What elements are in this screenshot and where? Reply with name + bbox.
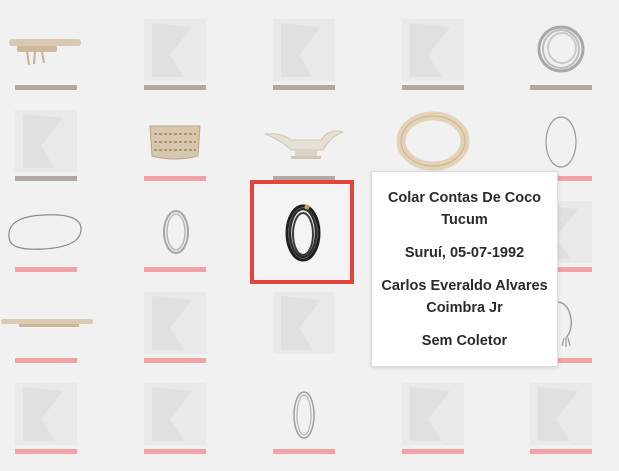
item-thumbnail	[530, 19, 592, 81]
placeholder-image-icon	[144, 383, 206, 445]
item-thumbnail	[264, 110, 345, 172]
grid-item-placeholder[interactable]	[144, 19, 206, 93]
item-thumbnail	[1, 292, 93, 354]
grid-item-placeholder[interactable]	[144, 383, 206, 457]
placeholder-image-icon	[402, 19, 464, 81]
item-status-bar	[273, 449, 335, 454]
item-thumbnail	[530, 110, 592, 172]
grid-item-long-stick-ornament[interactable]	[1, 292, 93, 366]
item-status-bar	[530, 449, 592, 454]
item-status-bar	[402, 85, 464, 90]
grid-item-placeholder[interactable]	[15, 383, 77, 457]
item-thumbnail	[273, 383, 335, 445]
item-status-bar	[15, 358, 77, 363]
placeholder-image-icon	[273, 19, 335, 81]
item-info-tooltip: Colar Contas De Coco Tucum Suruí, 05-07-…	[371, 171, 558, 367]
grid-item-placeholder[interactable]	[402, 383, 464, 457]
placeholder-image-icon	[144, 292, 206, 354]
grid-item-placeholder[interactable]	[15, 110, 77, 184]
placeholder-image-icon	[402, 383, 464, 445]
item-collector: Sem Coletor	[421, 333, 508, 349]
item-status-bar	[144, 358, 206, 363]
placeholder-image-icon	[530, 383, 592, 445]
placeholder-image-icon	[15, 110, 77, 172]
item-thumbnail	[144, 201, 206, 263]
item-status-bar	[402, 449, 464, 454]
item-status-bar	[144, 176, 206, 181]
item-status-bar	[144, 449, 206, 454]
grid-item-silver-coil-necklace[interactable]	[273, 383, 335, 457]
grid-item-placeholder[interactable]	[144, 292, 206, 366]
grid-item-loop-necklace[interactable]	[8, 201, 82, 275]
placeholder-image-icon	[15, 383, 77, 445]
item-status-bar	[15, 176, 77, 181]
collection-grid: Colar Contas De Coco Tucum Suruí, 05-07-…	[0, 0, 619, 471]
placeholder-image-icon	[273, 292, 335, 354]
item-thumbnail	[144, 110, 206, 172]
item-status-bar	[15, 449, 77, 454]
item-status-bar	[144, 267, 206, 272]
grid-item-placeholder[interactable]	[402, 19, 464, 93]
grid-item-placeholder[interactable]	[273, 19, 335, 93]
item-status-bar	[15, 85, 77, 90]
grid-item-woven-basket[interactable]	[144, 110, 206, 184]
item-thumbnail	[9, 19, 81, 81]
item-status-bar	[530, 85, 592, 90]
item-person: Carlos Everaldo Alvares Coimbra Jr	[381, 278, 548, 316]
item-status-bar	[144, 85, 206, 90]
grid-item-placeholder[interactable]	[273, 292, 335, 366]
item-thumbnail	[396, 110, 470, 172]
item-thumbnail	[8, 201, 82, 263]
item-title: Colar Contas De Coco Tucum	[387, 190, 542, 228]
item-status-bar	[15, 267, 77, 272]
grid-item-bead-necklace-bundle[interactable]	[530, 19, 592, 93]
grid-item-ceramic-boat-bowl[interactable]	[264, 110, 345, 184]
selected-item-frame[interactable]	[250, 180, 354, 284]
grid-item-rolled-textile[interactable]	[9, 19, 81, 93]
item-status-bar	[273, 85, 335, 90]
grid-item-coil-necklace[interactable]	[144, 201, 206, 275]
placeholder-image-icon	[144, 19, 206, 81]
grid-item-placeholder[interactable]	[530, 383, 592, 457]
black-coconut-necklace-image	[285, 204, 321, 262]
item-origin-date: Suruí, 05-07-1992	[404, 245, 525, 261]
